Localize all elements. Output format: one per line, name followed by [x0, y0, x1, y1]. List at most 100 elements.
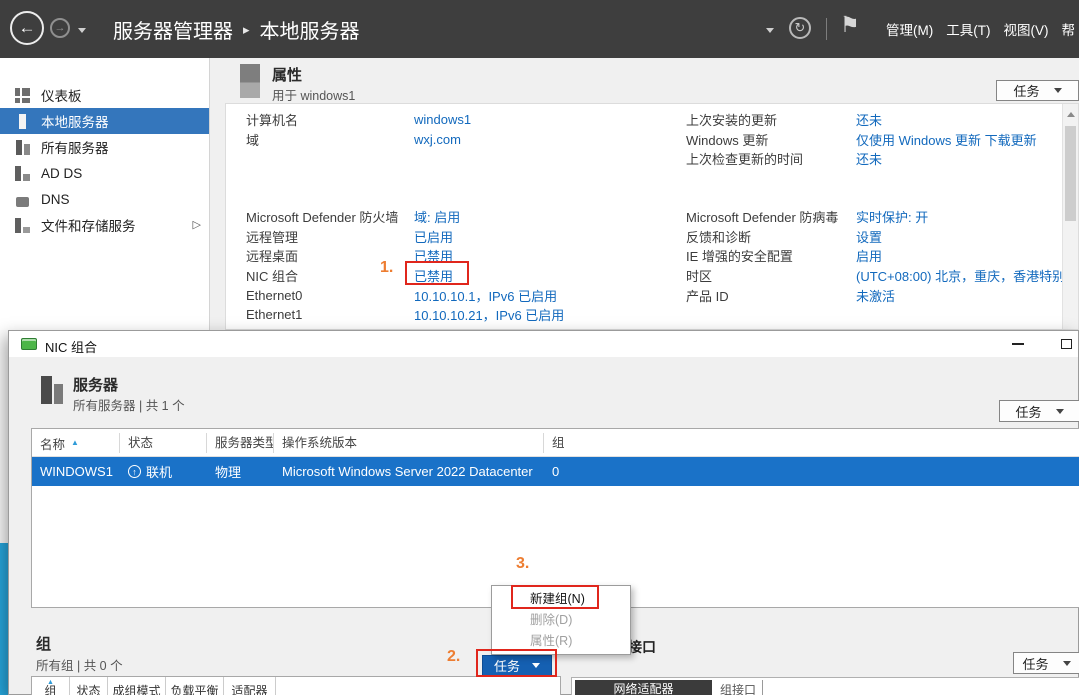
dashboard-icon: [15, 88, 30, 103]
sidebar-item-dns[interactable]: DNS: [0, 186, 209, 212]
product-id-link[interactable]: 未激活: [856, 286, 895, 305]
last-installed-updates-link[interactable]: 还未: [856, 110, 882, 129]
property-row: Windows 更新 仅使用 Windows 更新 下载更新: [686, 130, 1063, 150]
menu-item-new-team[interactable]: 新建组(N): [492, 589, 630, 610]
column-header-server-type[interactable]: 服务器类型: [207, 433, 274, 453]
tab-team-interfaces[interactable]: 组接口: [720, 681, 756, 695]
sidebar-item-all-servers[interactable]: 所有服务器: [0, 134, 209, 160]
sidebar-item-label: 文件和存储服务: [41, 215, 136, 235]
scrollbar-up-icon[interactable]: [1067, 112, 1075, 117]
teams-section-subtitle: 所有组 | 共 0 个: [36, 655, 123, 674]
sidebar-item-label: 本地服务器: [41, 111, 109, 131]
cyan-window-edge: [0, 543, 8, 695]
status-online-icon: ↑: [128, 465, 141, 478]
server-row-selected[interactable]: WINDOWS1 ↑ 联机 物理 Microsoft Windows Serve…: [32, 457, 1079, 486]
timezone-link[interactable]: (UTC+08:00) 北京，重庆，香港特别行: [856, 266, 1063, 285]
menu-manage[interactable]: 管理(M): [886, 19, 933, 39]
feedback-diagnostics-link[interactable]: 设置: [856, 227, 882, 246]
menu-view[interactable]: 视图(V): [1004, 19, 1049, 39]
chevron-down-icon: [1063, 661, 1071, 666]
sidebar-item-label: AD DS: [41, 166, 82, 181]
property-row: 时区 (UTC+08:00) 北京，重庆，香港特别行: [686, 266, 1063, 286]
computer-name-link[interactable]: windows1: [414, 112, 471, 127]
dialog-title: NIC 组合: [45, 337, 97, 356]
ethernet0-link[interactable]: 10.10.10.1，IPv6 已启用: [414, 286, 557, 305]
forward-icon: →: [55, 22, 66, 34]
servers-section-title: 服务器: [73, 374, 118, 395]
remote-desktop-link[interactable]: 已禁用: [414, 246, 453, 265]
properties-left-group-1: 计算机名 windows1 域 wxj.com: [246, 110, 666, 149]
properties-tile: 计算机名 windows1 域 wxj.com Microsoft Defend…: [225, 103, 1079, 330]
minimize-button[interactable]: [1004, 333, 1032, 355]
forward-button[interactable]: →: [50, 18, 70, 38]
remote-management-link[interactable]: 已启用: [414, 227, 453, 246]
sidebar-item-label: 所有服务器: [41, 137, 109, 157]
tab-separator: [762, 680, 763, 695]
windows-update-link[interactable]: 仅使用 Windows 更新 下载更新: [856, 130, 1037, 149]
properties-right-group-2: Microsoft Defender 防病毒 实时保护: 开 反馈和诊断 设置 …: [686, 207, 1063, 305]
property-label: 域: [246, 130, 414, 149]
column-header-team[interactable]: ▲组: [32, 677, 70, 695]
teams-tasks-button[interactable]: 任务: [482, 655, 552, 676]
property-row: Microsoft Defender 防病毒 实时保护: 开: [686, 207, 1063, 227]
dialog-titlebar[interactable]: NIC 组合: [9, 331, 1078, 357]
servers-section-subtitle: 所有服务器 | 共 1 个: [73, 395, 185, 414]
servers-tasks-button[interactable]: 任务: [999, 400, 1079, 422]
property-row: 产品 ID 未激活: [686, 285, 1063, 305]
expand-arrow-icon[interactable]: ▷: [193, 218, 201, 231]
nav-history-dropdown-icon[interactable]: [78, 28, 86, 33]
notifications-flag-icon[interactable]: ⚑: [840, 12, 860, 38]
server-group-cell: 0: [544, 464, 1079, 479]
tab-network-adapters[interactable]: 网络适配器: [575, 680, 712, 695]
property-row: NIC 组合 已禁用: [246, 266, 666, 286]
sidebar-item-dashboard[interactable]: 仪表板: [0, 82, 209, 108]
ethernet1-link[interactable]: 10.10.10.21，IPv6 已启用: [414, 305, 564, 324]
menu-tools[interactable]: 工具(T): [946, 19, 990, 39]
properties-scrollbar[interactable]: [1062, 104, 1078, 329]
property-row: 上次安装的更新 还未: [686, 110, 1063, 130]
chevron-down-icon: [1054, 88, 1062, 93]
scrollbar-thumb[interactable]: [1065, 126, 1076, 221]
all-servers-icon: [15, 140, 30, 155]
column-header-group[interactable]: 组: [544, 433, 1079, 453]
properties-right-group-1: 上次安装的更新 还未 Windows 更新 仅使用 Windows 更新 下载更…: [686, 110, 1063, 169]
column-header-load-balancing[interactable]: .负载平衡: [166, 677, 224, 695]
sidebar-item-local-server[interactable]: 本地服务器: [0, 108, 209, 134]
adapters-tile: 网络适配器 组接口: [571, 677, 1079, 695]
refresh-button[interactable]: ↻: [789, 17, 811, 39]
property-label: 上次安装的更新: [686, 110, 856, 129]
column-header-teaming-mode[interactable]: .成组模式: [108, 677, 166, 695]
server-name-cell: WINDOWS1: [32, 464, 120, 479]
properties-left-group-2: Microsoft Defender 防火墙 域: 启用 远程管理 已启用 远程…: [246, 207, 666, 325]
teams-table: ▲组 .状态 .成组模式 .负载平衡 .适配器: [31, 676, 561, 695]
sort-ascending-icon: ▲: [71, 433, 79, 453]
column-header-status[interactable]: 状态: [120, 433, 207, 453]
column-header-team-status[interactable]: .状态: [70, 677, 108, 695]
defender-antivirus-link[interactable]: 实时保护: 开: [856, 207, 928, 226]
properties-tasks-button[interactable]: 任务: [996, 80, 1079, 101]
ie-security-link[interactable]: 启用: [856, 246, 882, 265]
servers-table: 名称▲ 状态 服务器类型 操作系统版本 组 WINDOWS1 ↑ 联机 物理 M…: [31, 428, 1079, 608]
server-type-cell: 物理: [207, 462, 274, 481]
menu-help[interactable]: 帮: [1062, 19, 1076, 39]
last-checked-updates-link[interactable]: 还未: [856, 149, 882, 168]
breadcrumb-separator-icon: ▸: [243, 20, 250, 38]
column-header-os-version[interactable]: 操作系统版本: [274, 433, 544, 453]
ad-ds-icon: [15, 166, 30, 181]
property-label: 产品 ID: [686, 286, 856, 305]
column-header-adapters[interactable]: .适配器: [224, 677, 276, 695]
sidebar-item-ad-ds[interactable]: AD DS: [0, 160, 209, 186]
nic-teaming-link[interactable]: 已禁用: [414, 266, 453, 285]
sidebar-item-file-storage[interactable]: 文件和存储服务 ▷: [0, 212, 209, 238]
firewall-link[interactable]: 域: 启用: [414, 207, 460, 226]
scope-dropdown-icon[interactable]: [766, 28, 774, 33]
adapters-tasks-button[interactable]: 任务: [1013, 652, 1079, 674]
tasks-label: 任务: [1022, 654, 1048, 673]
maximize-button[interactable]: [1052, 333, 1079, 355]
back-button[interactable]: ←: [10, 11, 44, 45]
sidebar-item-label: DNS: [41, 192, 70, 207]
chevron-down-icon: [1056, 409, 1064, 414]
column-header-name[interactable]: 名称▲: [32, 433, 120, 453]
domain-link[interactable]: wxj.com: [414, 132, 461, 147]
property-row: IE 增强的安全配置 启用: [686, 246, 1063, 266]
